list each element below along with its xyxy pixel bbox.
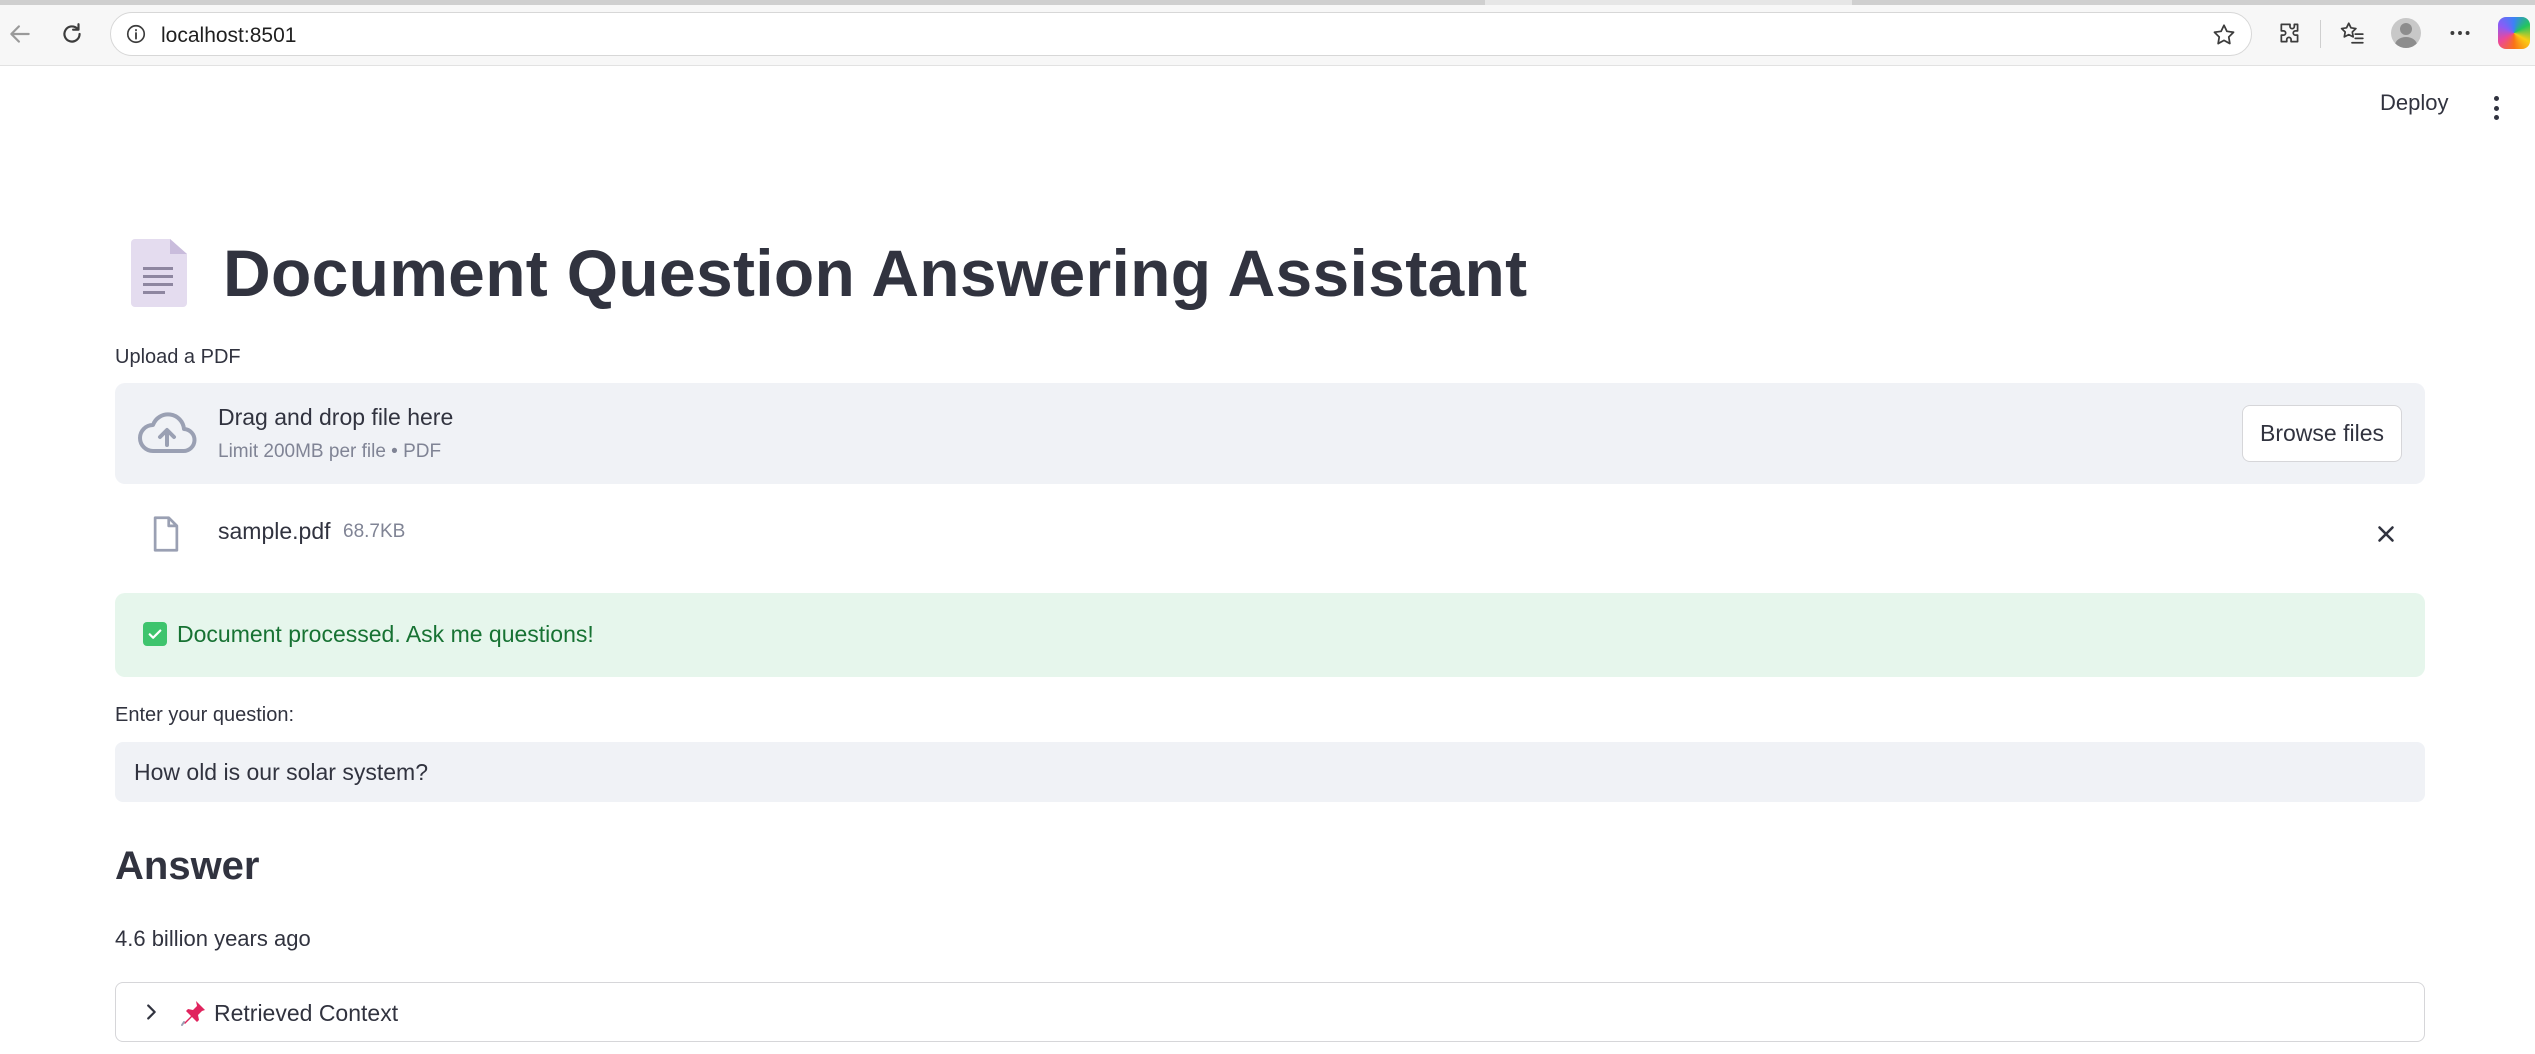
cloud-upload-icon bbox=[137, 411, 197, 460]
address-url[interactable]: localhost:8501 bbox=[161, 24, 296, 48]
success-message: Document processed. Ask me questions! bbox=[177, 621, 594, 647]
chevron-right-icon bbox=[140, 1001, 162, 1028]
reload-icon bbox=[63, 23, 81, 43]
copilot-button[interactable] bbox=[2496, 15, 2532, 51]
site-info-icon[interactable] bbox=[125, 23, 147, 50]
success-alert: Document processed. Ask me questions! bbox=[115, 593, 2425, 677]
question-label: Enter your question: bbox=[115, 704, 294, 726]
retrieved-context-expander[interactable]: Retrieved Context bbox=[115, 982, 2425, 1042]
check-mark-icon bbox=[143, 622, 167, 646]
arrow-left-icon bbox=[10, 25, 30, 43]
reload-button[interactable] bbox=[54, 16, 90, 52]
deploy-button[interactable]: Deploy bbox=[2380, 90, 2448, 116]
file-icon bbox=[149, 515, 183, 558]
answer-heading: Answer bbox=[115, 844, 260, 888]
address-bar[interactable]: localhost:8501 bbox=[110, 12, 2252, 56]
more-horizontal-icon bbox=[2450, 31, 2470, 35]
dropzone-title: Drag and drop file here bbox=[218, 404, 454, 430]
file-dropzone[interactable]: Drag and drop file here Limit 200MB per … bbox=[115, 383, 2425, 484]
back-button[interactable] bbox=[2, 16, 38, 52]
uploaded-file: sample.pdf 68.7KB bbox=[115, 500, 2425, 566]
toolbar-divider bbox=[2320, 20, 2321, 48]
copilot-icon bbox=[2498, 17, 2530, 49]
favorite-star-icon[interactable] bbox=[2211, 22, 2237, 53]
browse-files-button[interactable]: Browse files bbox=[2242, 405, 2402, 462]
favorites-icon[interactable] bbox=[2334, 15, 2370, 51]
extensions-icon[interactable] bbox=[2272, 15, 2308, 51]
file-name: sample.pdf bbox=[218, 518, 331, 544]
answer-text: 4.6 billion years ago bbox=[115, 926, 311, 951]
avatar-icon bbox=[2391, 18, 2421, 48]
profile-avatar[interactable] bbox=[2388, 15, 2424, 51]
expander-label: Retrieved Context bbox=[214, 1000, 399, 1026]
dropzone-limit: Limit 200MB per file • PDF bbox=[218, 441, 442, 462]
title-row: Document Question Answering Assistant bbox=[115, 235, 1527, 311]
question-input[interactable] bbox=[115, 742, 2425, 802]
browser-toolbar: localhost:8501 bbox=[0, 0, 2535, 66]
file-size: 68.7KB bbox=[343, 521, 406, 542]
tab-strip bbox=[0, 0, 2535, 5]
page-title: Document Question Answering Assistant bbox=[223, 236, 1528, 310]
page-facing-up-icon bbox=[131, 239, 187, 307]
pushpin-icon bbox=[178, 998, 208, 1028]
remove-file-close-icon[interactable] bbox=[2373, 521, 2399, 547]
browser-menu-button[interactable] bbox=[2442, 15, 2478, 51]
upload-label: Upload a PDF bbox=[115, 346, 241, 368]
main-menu-icon[interactable] bbox=[2486, 94, 2506, 122]
